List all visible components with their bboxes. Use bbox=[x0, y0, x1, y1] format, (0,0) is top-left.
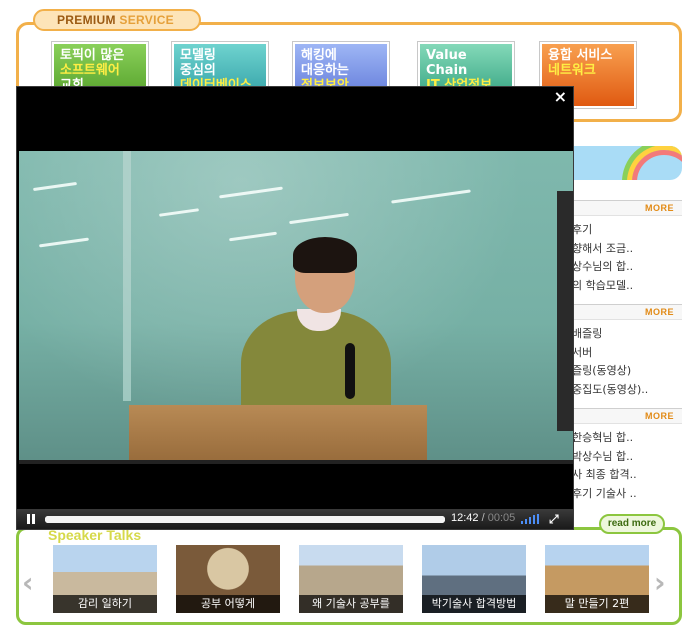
thumb-caption: 공부 어떻게 bbox=[176, 595, 280, 613]
volume-icon[interactable] bbox=[521, 514, 539, 524]
section-header-2: MORE bbox=[570, 304, 682, 320]
fullscreen-icon[interactable]: ⤢ bbox=[549, 513, 561, 525]
video-thumb[interactable]: 왜 기술사 공부를 bbox=[299, 545, 403, 613]
volume-bar bbox=[529, 517, 531, 524]
video-thumb[interactable]: 말 만들기 2편 bbox=[545, 545, 649, 613]
premium-label-service: SERVICE bbox=[119, 13, 174, 27]
tile-line: 네트워크 bbox=[548, 63, 596, 78]
time-display: 12:42 / 00:05 bbox=[451, 512, 515, 524]
section-header-1: MORE bbox=[570, 200, 682, 216]
video-frame[interactable] bbox=[19, 151, 573, 464]
tile-line: Chain bbox=[426, 63, 468, 78]
premium-service-label: PREMIUM SERVICE bbox=[33, 9, 201, 31]
thumb-caption: 감리 일하기 bbox=[53, 595, 157, 613]
tile-line: 중심의 bbox=[180, 63, 216, 78]
video-thumb[interactable]: 박기술사 합격방법 bbox=[422, 545, 526, 613]
rainbow-banner[interactable] bbox=[570, 146, 682, 180]
close-icon[interactable]: × bbox=[554, 87, 567, 106]
pause-icon[interactable] bbox=[25, 513, 37, 525]
volume-bar bbox=[521, 521, 523, 524]
list-item[interactable]: 배즐링 bbox=[572, 325, 684, 344]
volume-bar bbox=[537, 514, 539, 524]
tile-line: 토픽이 많은 bbox=[60, 48, 125, 63]
tile-line: 대응하는 bbox=[301, 63, 349, 78]
video-scene-part bbox=[19, 460, 573, 464]
more-link[interactable]: MORE bbox=[645, 411, 674, 421]
duration: 00:05 bbox=[487, 512, 516, 524]
list-item[interactable]: 한승혁님 합.. bbox=[572, 429, 684, 448]
video-thumb[interactable]: 공부 어떻게 bbox=[176, 545, 280, 613]
news-list-3: 한승혁님 합.. 박상수님 합.. 사 최종 합격.. 후기 기술사 .. bbox=[572, 429, 684, 503]
list-item[interactable]: 향해서 조금.. bbox=[572, 240, 684, 259]
player-controls: 12:42 / 00:05 ⤢ bbox=[17, 509, 573, 529]
volume-bar bbox=[533, 515, 535, 524]
current-time: 12:42 bbox=[451, 512, 479, 524]
lectern bbox=[129, 405, 427, 464]
list-item[interactable]: 후기 기술사 .. bbox=[572, 485, 684, 504]
list-item[interactable]: 의 학습모델.. bbox=[572, 277, 684, 296]
tile-line: 융합 서비스 bbox=[548, 48, 613, 63]
list-item[interactable]: 중집도(동영상).. bbox=[572, 381, 684, 400]
section-header-3: MORE bbox=[570, 408, 682, 424]
tile-line: 소프트웨어 bbox=[60, 63, 120, 78]
tile-line: 모델링 bbox=[180, 48, 216, 63]
thumb-caption: 말 만들기 2편 bbox=[545, 595, 649, 613]
video-thumb[interactable]: 감리 일하기 bbox=[53, 545, 157, 613]
video-scene-part bbox=[293, 237, 357, 273]
list-item[interactable]: 박상수님 합.. bbox=[572, 448, 684, 467]
page: PREMIUM SERVICE 토픽이 많은 소프트웨어 교회 모델링 중심의 … bbox=[0, 0, 688, 634]
list-item[interactable]: 후기 bbox=[572, 221, 684, 240]
seek-bar[interactable] bbox=[45, 516, 445, 523]
thumb-caption: 왜 기술사 공부를 bbox=[299, 595, 403, 613]
prev-arrow-icon[interactable]: ‹ bbox=[22, 566, 34, 599]
seek-progress bbox=[45, 516, 445, 523]
more-link[interactable]: MORE bbox=[645, 307, 674, 317]
read-more-button[interactable]: read more bbox=[599, 514, 665, 534]
volume-bar bbox=[525, 519, 527, 524]
video-scene-part bbox=[557, 191, 573, 431]
tile-line: 해킹에 bbox=[301, 48, 337, 63]
news-list-1: 후기 향해서 조금.. 상수님의 합.. 의 학습모델.. bbox=[572, 221, 684, 295]
news-list-2: 배즐링 서버 즐링(동영상) 중집도(동영상).. bbox=[572, 325, 684, 399]
more-link[interactable]: MORE bbox=[645, 203, 674, 213]
microphone bbox=[345, 343, 355, 399]
time-separator: / bbox=[481, 512, 485, 524]
list-item[interactable]: 상수님의 합.. bbox=[572, 258, 684, 277]
rainbow-icon bbox=[632, 150, 682, 180]
thumb-caption: 박기술사 합격방법 bbox=[422, 595, 526, 613]
tile-line: Value bbox=[426, 48, 467, 63]
list-item[interactable]: 사 최종 합격.. bbox=[572, 466, 684, 485]
video-player-modal: × 12:42 / 00:05 ⤢ bbox=[16, 86, 574, 530]
list-item[interactable]: 즐링(동영상) bbox=[572, 362, 684, 381]
premium-label-main: PREMIUM bbox=[57, 13, 116, 27]
next-arrow-icon[interactable]: › bbox=[654, 566, 666, 599]
list-item[interactable]: 서버 bbox=[572, 344, 684, 363]
